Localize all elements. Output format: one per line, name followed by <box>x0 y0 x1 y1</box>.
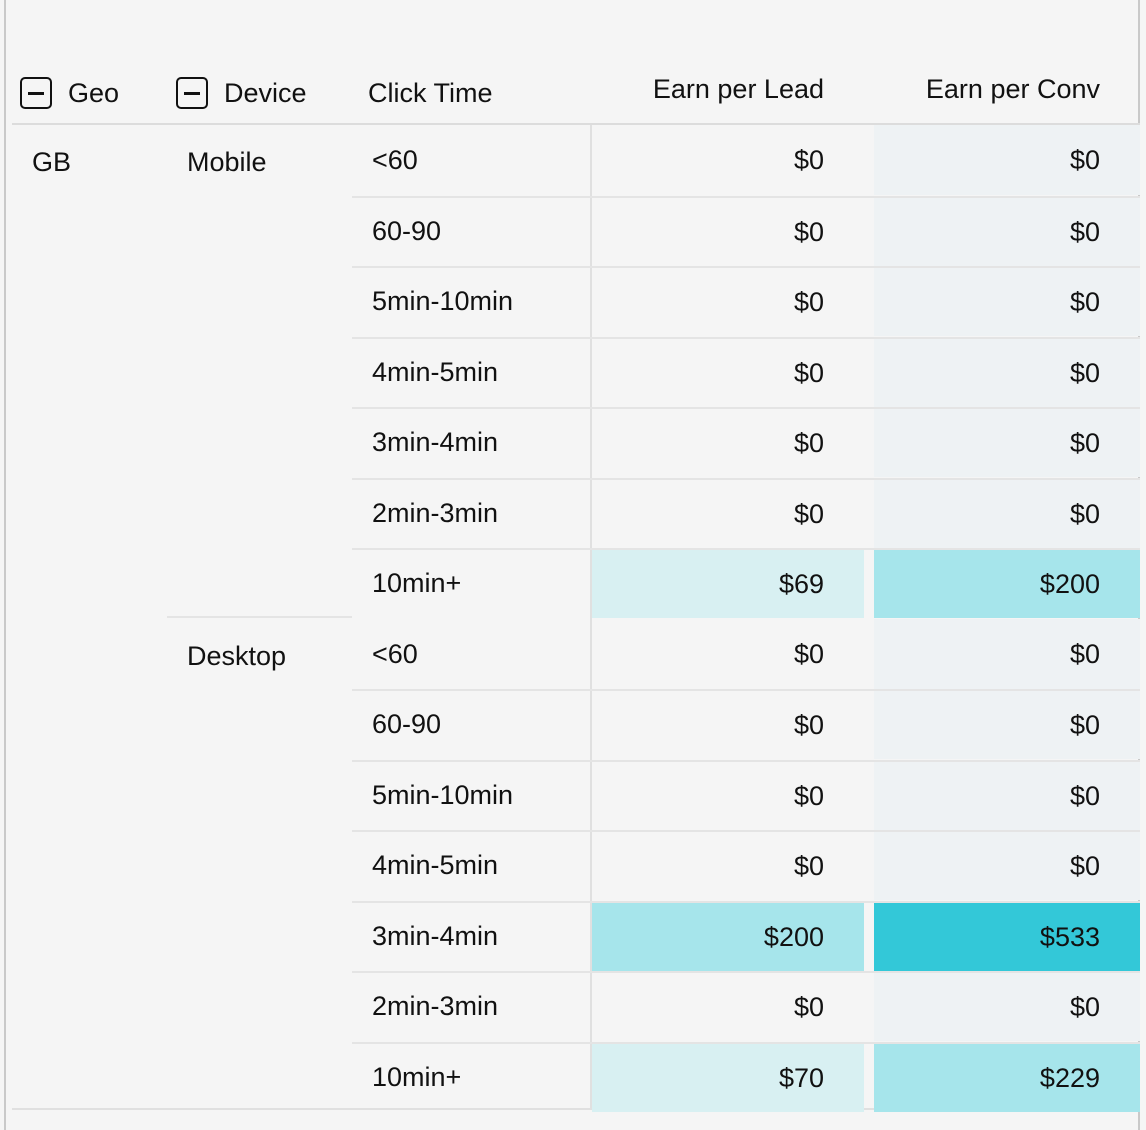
earn-per-conv-cell: $0 <box>874 479 1140 548</box>
table-row: 4min-5min $0 $0 <box>352 830 1140 900</box>
click-time-cell: 10min+ <box>372 1061 462 1092</box>
earn-per-lead-cell: $69 <box>592 550 864 618</box>
device-header[interactable]: Device <box>176 62 307 124</box>
table-row: 2min-3min $0 $0 <box>352 477 1140 548</box>
earn-per-conv-cell: $200 <box>874 550 1140 618</box>
earn-per-conv-cell: $0 <box>874 761 1140 830</box>
click-time-header-label: Click Time <box>368 77 493 108</box>
device-header-label: Device <box>224 77 307 108</box>
pivot-table: Geo Device Click Time Earn per Lead Earn… <box>4 0 1140 1130</box>
click-time-cell: 2min-3min <box>372 497 499 528</box>
table-row: 60-90 $0 $0 <box>352 195 1140 266</box>
click-time-cell: 3min-4min <box>372 427 499 457</box>
table-row: 60-90 $0 $0 <box>352 689 1140 759</box>
geo-header[interactable]: Geo <box>20 62 119 124</box>
earn-per-lead-cell: $200 <box>592 902 864 971</box>
earn-per-lead-header-label: Earn per Lead <box>652 73 824 104</box>
geo-header-label: Geo <box>68 77 120 108</box>
earn-per-lead-cell: $0 <box>592 691 864 759</box>
earn-per-conv-cell: $0 <box>874 618 1140 689</box>
click-time-cell: <60 <box>372 145 418 175</box>
earn-per-conv-cell: $0 <box>874 973 1140 1041</box>
earn-per-lead-cell: $70 <box>592 1043 864 1112</box>
click-time-header[interactable]: Click Time <box>368 62 493 124</box>
click-time-cell: 10min+ <box>372 568 462 598</box>
table-row: 3min-4min $200 $533 <box>352 900 1140 971</box>
click-time-cell: 4min-5min <box>372 850 499 880</box>
earn-per-lead-cell: $0 <box>592 973 864 1041</box>
earn-per-conv-header-label: Earn per Conv <box>925 73 1100 104</box>
earn-per-lead-cell: $0 <box>592 409 864 477</box>
earn-per-lead-cell: $0 <box>592 125 864 195</box>
device-group-divider <box>167 616 352 618</box>
click-time-cell: 4min-5min <box>372 356 499 387</box>
collapse-geo-icon[interactable] <box>20 77 52 109</box>
earn-per-conv-cell: $0 <box>874 268 1140 336</box>
earn-per-lead-cell: $0 <box>592 268 864 336</box>
earn-per-conv-cell: $533 <box>874 902 1140 971</box>
earn-per-conv-cell: $0 <box>874 197 1140 266</box>
earn-per-conv-cell: $0 <box>874 832 1140 900</box>
table-row: 4min-5min $0 $0 <box>352 336 1140 407</box>
device-cell: Mobile <box>187 147 267 177</box>
table-row: 10min+ $70 $229 <box>352 1041 1140 1112</box>
earn-per-lead-header[interactable]: Earn per Lead <box>592 58 864 120</box>
earn-per-lead-cell: $0 <box>592 832 864 900</box>
click-time-cell: 60-90 <box>372 215 442 246</box>
collapse-device-icon[interactable] <box>176 77 208 109</box>
earn-per-lead-cell: $0 <box>592 479 864 548</box>
click-time-cell: <60 <box>372 638 418 669</box>
earn-per-lead-cell: $0 <box>592 761 864 830</box>
click-time-cell: 5min-10min <box>372 779 514 810</box>
earn-per-conv-cell: $229 <box>874 1043 1140 1112</box>
table-row: <60 $0 $0 <box>352 618 1140 689</box>
table-row: 5min-10min $0 $0 <box>352 759 1140 830</box>
click-time-cell: 5min-10min <box>372 286 514 316</box>
click-time-cell: 2min-3min <box>372 991 499 1021</box>
table-row: 10min+ $69 $200 <box>352 548 1140 618</box>
table-row: 3min-4min $0 $0 <box>352 407 1140 477</box>
earn-per-lead-cell: $0 <box>592 197 864 266</box>
click-time-cell: 60-90 <box>372 709 442 739</box>
click-time-cell: 3min-4min <box>372 920 499 951</box>
earn-per-conv-header[interactable]: Earn per Conv <box>870 58 1140 120</box>
earn-per-lead-cell: $0 <box>592 618 864 689</box>
earn-per-conv-cell: $0 <box>874 125 1140 195</box>
earn-per-lead-cell: $0 <box>592 338 864 407</box>
device-cell: Desktop <box>187 640 287 671</box>
earn-per-conv-cell: $0 <box>874 691 1140 759</box>
geo-cell: GB <box>32 147 72 177</box>
table-row: 5min-10min $0 $0 <box>352 266 1140 336</box>
table-row: <60 $0 $0 <box>352 125 1140 195</box>
earn-per-conv-cell: $0 <box>874 338 1140 407</box>
earn-per-conv-cell: $0 <box>874 409 1140 477</box>
table-row: 2min-3min $0 $0 <box>352 971 1140 1041</box>
